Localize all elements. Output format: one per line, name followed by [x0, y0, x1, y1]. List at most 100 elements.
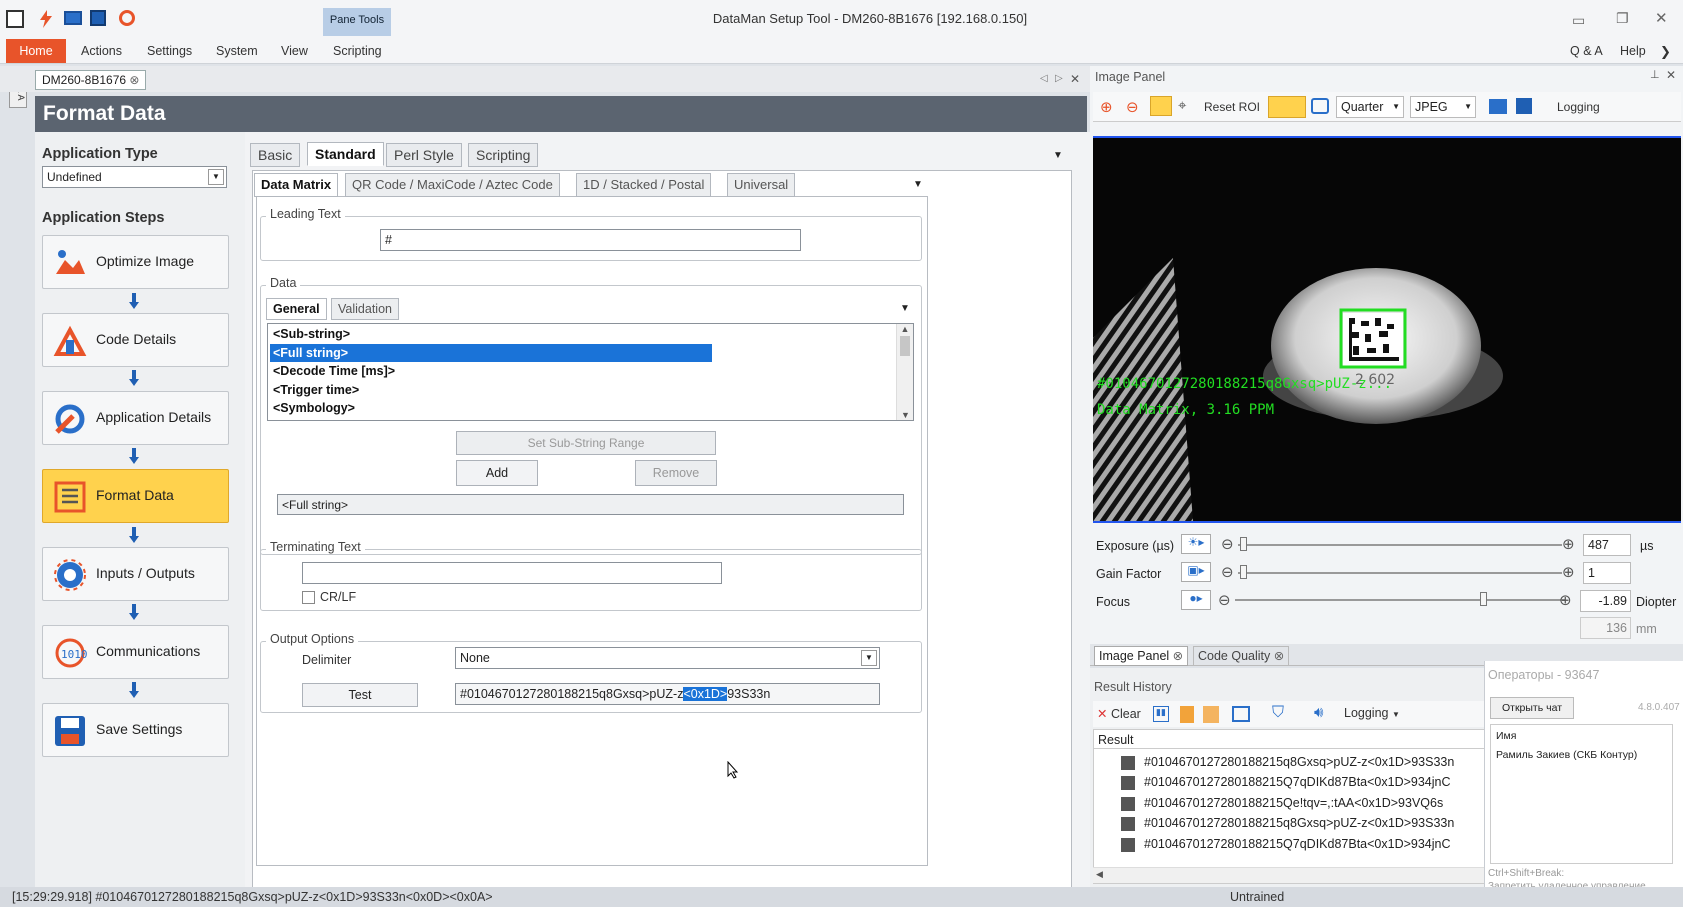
- data-tabs-dropdown-icon[interactable]: ▼: [900, 303, 910, 314]
- close-tab-icon[interactable]: ⊗: [1173, 649, 1183, 663]
- focus-value-input[interactable]: -1.89: [1580, 590, 1631, 612]
- logging-button[interactable]: Logging: [1557, 100, 1600, 114]
- tab-scripting[interactable]: Scripting: [468, 143, 539, 167]
- gain-minus-icon[interactable]: ⊖: [1221, 563, 1234, 581]
- list-item[interactable]: <Symbology>: [270, 399, 714, 417]
- tab-basic[interactable]: Basic: [250, 143, 301, 167]
- sound-icon[interactable]: 🔊︎: [1314, 704, 1323, 721]
- image-overlay-icon[interactable]: [1268, 96, 1306, 118]
- live-video-icon[interactable]: [1311, 98, 1329, 114]
- scroll-up-icon[interactable]: ▲: [897, 324, 913, 334]
- exposure-minus-icon[interactable]: ⊖: [1221, 535, 1234, 553]
- menu-settings[interactable]: Settings: [147, 44, 192, 58]
- add-button[interactable]: Add: [456, 460, 538, 486]
- quick-lightning-icon[interactable]: [40, 10, 52, 28]
- result-logging-button[interactable]: Logging ▼: [1344, 706, 1400, 720]
- exposure-slider-thumb[interactable]: [1240, 537, 1247, 551]
- zoom-out-icon[interactable]: ⊖: [1126, 98, 1139, 116]
- scroll-down-icon[interactable]: ▼: [897, 410, 914, 420]
- zoom-in-icon[interactable]: ⊕: [1100, 98, 1113, 116]
- step-application-details[interactable]: Application Details: [42, 391, 229, 445]
- columns-icon[interactable]: [1232, 706, 1250, 722]
- close-pane-icon[interactable]: ✕: [1070, 72, 1080, 86]
- exposure-mode-icon[interactable]: ☀▸: [1181, 534, 1211, 554]
- tab-image-panel[interactable]: Image Panel ⊗: [1094, 646, 1189, 666]
- list-item-selected[interactable]: <Full string>: [270, 344, 712, 362]
- subtab-universal[interactable]: Universal: [727, 173, 796, 197]
- scroll-left-icon[interactable]: ◁: [1040, 73, 1048, 84]
- quick-monitor-icon[interactable]: [64, 11, 82, 25]
- chat-operator-name[interactable]: Рамиль Закиев (СКБ Контур): [1496, 749, 1637, 761]
- filter-icon[interactable]: ⛉: [1272, 704, 1284, 722]
- set-substring-range-button[interactable]: Set Sub-String Range: [456, 431, 716, 455]
- tab-validation[interactable]: Validation: [331, 298, 399, 320]
- menu-scripting[interactable]: Scripting: [333, 44, 382, 58]
- quick-save-icon[interactable]: [90, 10, 106, 26]
- tab-standard[interactable]: Standard: [307, 142, 384, 166]
- list-item[interactable]: <Trigger time>: [270, 381, 714, 399]
- minimize-button[interactable]: ▭: [1572, 12, 1585, 29]
- copy-icon[interactable]: [1203, 706, 1219, 723]
- copy-image-icon[interactable]: [1489, 99, 1507, 114]
- step-save-settings[interactable]: Save Settings: [42, 703, 229, 757]
- menu-actions[interactable]: Actions: [81, 44, 122, 58]
- maximize-button[interactable]: ❐: [1616, 10, 1629, 27]
- gain-mode-icon[interactable]: ▣▸: [1181, 562, 1211, 582]
- step-optimize-image[interactable]: Optimize Image: [42, 235, 229, 289]
- close-tab-icon[interactable]: ⊗: [129, 73, 139, 87]
- gain-slider-thumb[interactable]: [1240, 565, 1247, 579]
- tab-perl-style[interactable]: Perl Style: [386, 143, 462, 167]
- open-chat-button[interactable]: Открыть чат: [1490, 697, 1574, 719]
- focus-slider-thumb[interactable]: [1480, 592, 1487, 606]
- menu-qa[interactable]: Q & A: [1570, 44, 1603, 58]
- close-button[interactable]: ✕: [1655, 9, 1668, 27]
- delimiter-select[interactable]: None ▼: [455, 647, 880, 669]
- menu-home[interactable]: Home: [6, 39, 66, 63]
- tab-general[interactable]: General: [266, 298, 327, 320]
- step-communications[interactable]: 1010 Communications: [42, 625, 229, 679]
- close-tab-icon[interactable]: ⊗: [1274, 649, 1284, 663]
- app-icon[interactable]: [6, 10, 24, 28]
- list-scrollbar[interactable]: ▲ ▼: [896, 324, 913, 420]
- application-type-select[interactable]: Undefined ▼: [42, 166, 227, 188]
- subtab-1d-stacked[interactable]: 1D / Stacked / Postal: [576, 173, 712, 197]
- focus-slider[interactable]: [1235, 599, 1565, 601]
- result-column-header[interactable]: Result: [1098, 733, 1133, 747]
- crlf-checkbox[interactable]: [302, 591, 315, 604]
- leading-text-input[interactable]: #: [380, 229, 801, 251]
- fit-icon[interactable]: [1150, 96, 1172, 116]
- pause-icon[interactable]: ▮▮: [1153, 706, 1169, 722]
- focus-mode-icon[interactable]: ●▸: [1181, 590, 1211, 610]
- list-item[interactable]: <Decode Time [ms]>: [270, 362, 714, 380]
- subtab-qr-code[interactable]: QR Code / MaxiCode / Aztec Code: [345, 173, 560, 197]
- quick-record-icon[interactable]: [119, 10, 135, 26]
- scroll-right-icon[interactable]: ▷: [1055, 73, 1063, 84]
- document-icon[interactable]: [1180, 706, 1194, 723]
- list-item[interactable]: <Sub-string>: [270, 325, 714, 343]
- step-code-details[interactable]: Code Details: [42, 313, 229, 367]
- exposure-plus-icon[interactable]: ⊕: [1562, 535, 1575, 553]
- step-inputs-outputs[interactable]: Inputs / Outputs: [42, 547, 229, 601]
- test-button[interactable]: Test: [302, 683, 418, 707]
- clear-button[interactable]: ✕ Clear: [1097, 706, 1141, 721]
- format-select[interactable]: JPEG ▼: [1410, 96, 1476, 118]
- menu-system[interactable]: System: [216, 44, 258, 58]
- pin-icon[interactable]: ⊥: [1650, 68, 1660, 81]
- camera-image[interactable]: 2 602 #0104670127280188215q8Gxsq>pUZ-z..…: [1093, 138, 1681, 521]
- gain-value-input[interactable]: 1: [1583, 562, 1631, 584]
- tabs-dropdown-icon[interactable]: ▼: [1053, 150, 1063, 161]
- step-format-data[interactable]: Format Data: [42, 469, 229, 523]
- menu-help[interactable]: Help: [1620, 44, 1646, 58]
- reset-roi-button[interactable]: Reset ROI: [1204, 100, 1260, 114]
- tab-code-quality[interactable]: Code Quality ⊗: [1193, 646, 1290, 666]
- terminating-text-input[interactable]: [302, 562, 722, 584]
- ribbon-collapse-icon[interactable]: ❯: [1660, 44, 1671, 60]
- gain-plus-icon[interactable]: ⊕: [1562, 563, 1575, 581]
- roi-icon[interactable]: ⌖: [1178, 97, 1186, 114]
- close-panel-icon[interactable]: ✕: [1666, 68, 1676, 82]
- scroll-left-icon[interactable]: ◀: [1096, 869, 1103, 880]
- save-image-icon[interactable]: [1516, 98, 1532, 114]
- subtabs-dropdown-icon[interactable]: ▼: [913, 179, 923, 190]
- exposure-value-input[interactable]: 487: [1583, 534, 1631, 556]
- subtab-data-matrix[interactable]: Data Matrix: [254, 173, 339, 197]
